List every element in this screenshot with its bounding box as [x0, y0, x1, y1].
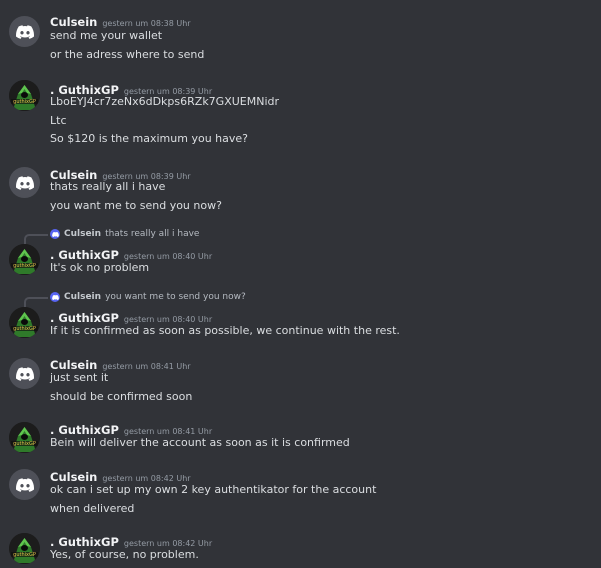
timestamp: gestern um 08:38 Uhr: [102, 19, 191, 28]
message-text: should be confirmed soon: [50, 390, 193, 403]
reply-connector: [24, 297, 48, 307]
svg-text:guthixGP: guthixGP: [13, 99, 36, 105]
timestamp: gestern um 08:40 Uhr: [123, 315, 213, 324]
timestamp: gestern um 08:42 Uhr: [102, 474, 191, 483]
timestamp: gestern um 08:42 Uhr: [123, 539, 213, 548]
avatar[interactable]: guthixGP: [9, 80, 40, 111]
reply-preview[interactable]: Culsein thats really all i have: [50, 229, 199, 239]
reply-preview[interactable]: Culsein you want me to send you now?: [50, 292, 246, 302]
author-name[interactable]: . GuthixGP: [50, 535, 119, 549]
message-text: when delivered: [50, 502, 135, 515]
reply-text: you want me to send you now?: [105, 292, 246, 302]
message-text: ok can i set up my own 2 key authentikat…: [50, 483, 377, 496]
message-text: If it is confirmed as soon as possible, …: [50, 324, 400, 337]
message-text: you want me to send you now?: [50, 199, 222, 212]
message-text: Yes, of course, no problem.: [50, 548, 199, 561]
reply-connector: [24, 234, 48, 244]
author-name[interactable]: . GuthixGP: [50, 248, 119, 262]
message-text: So $120 is the maximum you have?: [50, 132, 248, 145]
guthix-avatar-icon: guthixGP: [9, 244, 40, 275]
svg-text:guthixGP: guthixGP: [13, 552, 36, 558]
reply-author[interactable]: Culsein: [64, 229, 101, 239]
avatar[interactable]: guthixGP: [9, 307, 40, 338]
message-text: just sent it: [50, 371, 109, 384]
reply-author[interactable]: Culsein: [64, 292, 101, 302]
timestamp: gestern um 08:40 Uhr: [123, 252, 213, 261]
discord-icon: [15, 477, 34, 492]
discord-icon: [15, 175, 34, 190]
message-text: Bein will deliver the account as soon as…: [50, 436, 350, 449]
reply-text: thats really all i have: [105, 229, 200, 239]
guthix-avatar-icon: guthixGP: [9, 80, 40, 111]
avatar[interactable]: guthixGP: [9, 244, 40, 275]
message-text: It's ok no problem: [50, 261, 150, 274]
message-text: send me your wallet: [50, 29, 163, 42]
avatar[interactable]: [9, 16, 40, 47]
avatar[interactable]: [9, 358, 40, 389]
author-name[interactable]: Culsein: [50, 15, 97, 29]
discord-icon: [15, 24, 34, 39]
message-text: Ltc: [50, 114, 67, 127]
avatar[interactable]: [9, 167, 40, 198]
discord-icon: [50, 292, 60, 302]
message-text: or the adress where to send: [50, 48, 205, 61]
timestamp: gestern um 08:41 Uhr: [123, 427, 213, 436]
guthix-avatar-icon: guthixGP: [9, 422, 40, 453]
guthix-avatar-icon: guthixGP: [9, 533, 40, 564]
author-name[interactable]: . GuthixGP: [50, 423, 119, 437]
message-text: thats really all i have: [50, 180, 166, 193]
discord-icon: [15, 366, 34, 381]
message-text: LboEYJ4cr7zeNx6dDkps6RZk7GXUEMNidr: [50, 95, 280, 108]
guthix-avatar-icon: guthixGP: [9, 307, 40, 338]
timestamp: gestern um 08:41 Uhr: [102, 362, 191, 371]
svg-text:guthixGP: guthixGP: [13, 263, 36, 269]
author-name[interactable]: . GuthixGP: [50, 311, 119, 325]
svg-text:guthixGP: guthixGP: [13, 326, 36, 332]
author-name[interactable]: Culsein: [50, 470, 97, 484]
avatar[interactable]: guthixGP: [9, 422, 40, 453]
author-name[interactable]: Culsein: [50, 358, 97, 372]
avatar[interactable]: [9, 469, 40, 500]
svg-text:guthixGP: guthixGP: [13, 441, 36, 447]
avatar[interactable]: guthixGP: [9, 533, 40, 564]
discord-icon: [50, 229, 60, 239]
